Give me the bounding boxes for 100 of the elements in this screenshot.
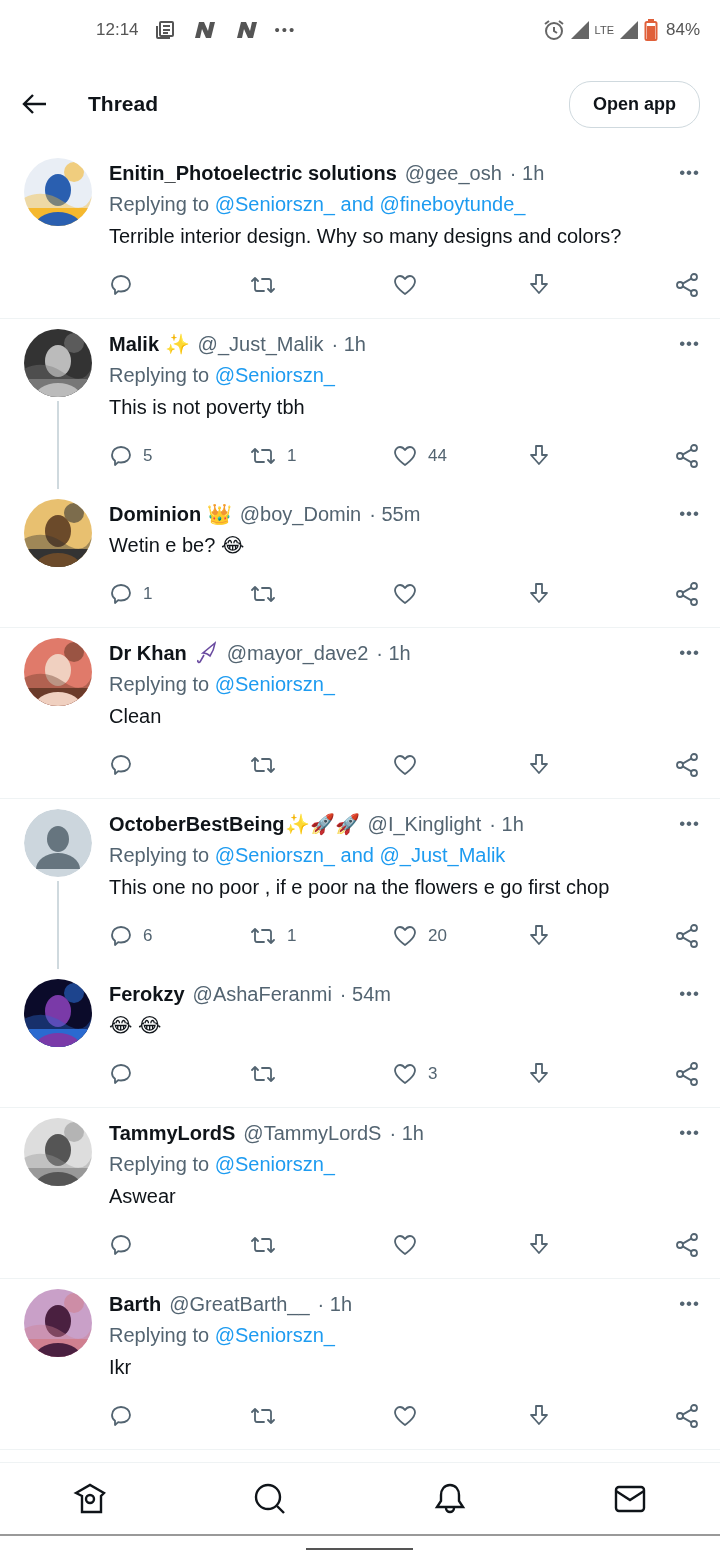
clock: 12:14 — [96, 19, 139, 42]
battery-level: 84% — [665, 19, 700, 42]
reply-button[interactable]: 6 — [109, 923, 153, 949]
open-app-button[interactable]: Open app — [569, 80, 700, 128]
user-handle: @AshaFeranmi — [192, 982, 332, 1007]
user-handle: @_Just_Malik — [197, 332, 324, 358]
user-handle: @GreatBarth__ — [169, 1292, 310, 1318]
reply-button[interactable] — [109, 753, 133, 777]
user-handle: @boy_Domin — [239, 502, 362, 528]
heart-icon — [392, 273, 418, 297]
reply-button[interactable] — [109, 1062, 133, 1086]
reply-icon — [109, 924, 133, 948]
timestamp: · 1h — [376, 641, 411, 666]
like-button[interactable]: 20 — [392, 923, 447, 949]
heart-icon — [392, 753, 418, 777]
timestamp: · 1h — [389, 1121, 424, 1146]
more-menu[interactable]: ••• — [679, 640, 700, 666]
network-type: LTE — [594, 24, 614, 36]
like-button[interactable]: 3 — [392, 1061, 438, 1087]
reply-icon — [109, 444, 133, 468]
timestamp: · 1h — [489, 812, 524, 837]
reply-icon — [109, 1062, 133, 1086]
home-icon[interactable] — [73, 1481, 107, 1516]
more-menu[interactable]: ••• — [679, 1291, 700, 1317]
author-name: Malik ✨ — [109, 332, 190, 357]
timestamp: · 1h — [331, 332, 366, 357]
count: 3 — [428, 1063, 438, 1086]
count: 6 — [143, 925, 153, 948]
retweet-button[interactable]: 1 — [249, 443, 297, 469]
bell-icon[interactable] — [433, 1481, 467, 1516]
like-button[interactable] — [392, 1233, 418, 1257]
tweet-text: 😂 😂 — [109, 1013, 163, 1038]
reply-button[interactable]: 5 — [109, 443, 153, 469]
replying-to: Replying to @Seniorszn_ — [109, 672, 336, 698]
like-button[interactable]: 44 — [392, 443, 447, 469]
count: 20 — [428, 925, 447, 948]
share-icon — [674, 272, 700, 298]
user-handle: @mayor_dave2 — [226, 641, 369, 667]
timestamp: · 1h — [509, 161, 545, 186]
tweet-text: Aswear — [109, 1184, 177, 1209]
reply-icon — [109, 1404, 133, 1428]
more-menu[interactable]: ••• — [679, 331, 700, 357]
tweet-text: Wetin e be? 😂 — [109, 533, 246, 558]
reply-button[interactable] — [109, 273, 133, 297]
reply-button[interactable] — [109, 1233, 133, 1257]
share-button[interactable] — [674, 1403, 700, 1429]
tweet-text: Ikr — [109, 1355, 133, 1380]
share-icon — [674, 1403, 700, 1429]
share-button[interactable] — [674, 1232, 700, 1258]
author-name: OctoberBestBeing✨🚀🚀 — [109, 812, 360, 837]
count: 44 — [428, 445, 447, 468]
author-name: Ferokzy — [109, 982, 185, 1007]
more-notifications: ••• — [274, 19, 297, 40]
tweet-text: Terrible interior design. Why so many designs and colors? — [109, 224, 623, 249]
timestamp: · 55m — [369, 502, 421, 527]
tweet-text: This is not poverty tbh — [109, 395, 306, 420]
retweet-button[interactable]: 1 — [249, 923, 297, 949]
more-menu[interactable]: ••• — [679, 501, 700, 527]
back-arrow-icon[interactable] — [22, 93, 48, 115]
user-handle: @I_Kinglight — [367, 812, 482, 838]
reply-icon — [109, 1233, 133, 1257]
heart-icon — [392, 1233, 418, 1257]
heart-icon — [392, 1404, 418, 1428]
share-icon — [674, 1232, 700, 1258]
heart-icon — [392, 924, 418, 948]
more-menu[interactable]: ••• — [679, 811, 700, 837]
like-button[interactable] — [392, 753, 418, 777]
reply-icon — [109, 273, 133, 297]
reply-button[interactable]: 1 — [109, 581, 153, 607]
replying-to: Replying to @Seniorszn_ — [109, 1323, 336, 1349]
default-avatar-icon — [24, 809, 92, 877]
like-button[interactable] — [392, 273, 418, 297]
replying-to: Replying to @Seniorszn_ — [109, 363, 336, 389]
author-name: Enitin_Photoelectric solutions — [109, 161, 397, 186]
share-button[interactable] — [674, 581, 700, 607]
reply-icon — [109, 753, 133, 777]
share-button[interactable] — [674, 923, 700, 949]
share-icon — [674, 1061, 700, 1087]
news-icon — [154, 20, 175, 40]
more-menu[interactable]: ••• — [679, 981, 700, 1007]
user-handle: @TammyLordS — [243, 1121, 382, 1146]
share-button[interactable] — [674, 752, 700, 778]
timestamp: · 1h — [317, 1292, 353, 1317]
author-name: TammyLordS — [109, 1121, 236, 1146]
reply-button[interactable] — [109, 1404, 133, 1428]
author-name: Dr Khan — [109, 641, 187, 666]
count: 5 — [143, 445, 153, 468]
like-button[interactable] — [392, 582, 418, 606]
heart-icon — [392, 1062, 418, 1086]
share-icon — [674, 581, 700, 607]
search-icon[interactable] — [253, 1481, 287, 1516]
author-name: Barth — [109, 1292, 162, 1317]
more-menu[interactable]: ••• — [679, 160, 700, 186]
share-button[interactable] — [674, 443, 700, 469]
share-button[interactable] — [674, 1061, 700, 1087]
share-button[interactable] — [674, 272, 700, 298]
count: 1 — [287, 925, 297, 948]
share-icon — [674, 443, 700, 469]
more-menu[interactable]: ••• — [679, 1120, 700, 1146]
like-button[interactable] — [392, 1404, 418, 1428]
